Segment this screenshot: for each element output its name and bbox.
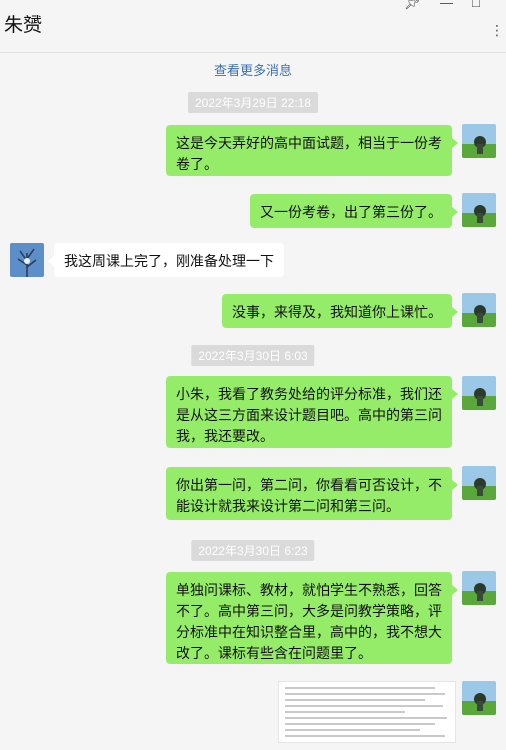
my-avatar[interactable] xyxy=(462,193,496,227)
my-avatar[interactable] xyxy=(462,376,496,410)
message-bubble[interactable]: 我这周课上完了，刚准备处理一下 xyxy=(48,243,284,277)
message-bubble[interactable]: 单独问课标、教材，就怕学生不熟悉，回答不了。高中第三问，大多是问教学策略，评分标… xyxy=(166,572,458,664)
landscape-avatar-icon xyxy=(462,124,496,158)
load-more-link[interactable]: 查看更多消息 xyxy=(0,60,506,79)
my-avatar[interactable] xyxy=(462,466,496,500)
document-image-message[interactable] xyxy=(278,681,456,743)
timestamp: 2022年3月30日 6:03 xyxy=(191,345,315,366)
pin-icon[interactable]: 📌︎ xyxy=(404,0,421,10)
timestamp: 2022年3月29日 22:18 xyxy=(187,92,319,113)
message-bubble[interactable]: 这是今天弄好的高中面试题，相当于一份考卷了。 xyxy=(166,125,458,176)
landscape-avatar-icon xyxy=(462,681,496,715)
landscape-avatar-icon xyxy=(462,571,496,605)
timestamp: 2022年3月30日 6:23 xyxy=(191,540,315,561)
message-bubble[interactable]: 你出第一问，第二问，你看看可否设计，不能设计就我来设计第二问和第三问。 xyxy=(166,467,458,520)
chat-header: 朱赟 📌︎ — □ ⋮ xyxy=(0,0,506,53)
landscape-avatar-icon xyxy=(462,293,496,327)
my-avatar[interactable] xyxy=(462,571,496,605)
more-dots-icon[interactable]: ⋮ xyxy=(490,22,504,39)
my-avatar[interactable] xyxy=(462,293,496,327)
landscape-avatar-icon xyxy=(462,376,496,410)
my-avatar[interactable] xyxy=(462,681,496,715)
my-avatar[interactable] xyxy=(462,124,496,158)
message-bubble[interactable]: 没事，来得及，我知道你上课忙。 xyxy=(222,294,458,328)
minimize-icon[interactable]: — xyxy=(440,0,453,10)
maximize-icon[interactable]: □ xyxy=(472,0,480,10)
message-bubble[interactable]: 又一份考卷，出了第三份了。 xyxy=(250,194,458,228)
tree-avatar-icon xyxy=(10,243,44,277)
landscape-avatar-icon xyxy=(462,466,496,500)
message-bubble[interactable]: 小朱，我看了教务处给的评分标准，我们还是从这三方面来设计题目吧。高中的第三问我，… xyxy=(166,376,458,448)
contact-name: 朱赟 xyxy=(4,15,43,36)
contact-avatar[interactable] xyxy=(10,243,44,277)
landscape-avatar-icon xyxy=(462,193,496,227)
